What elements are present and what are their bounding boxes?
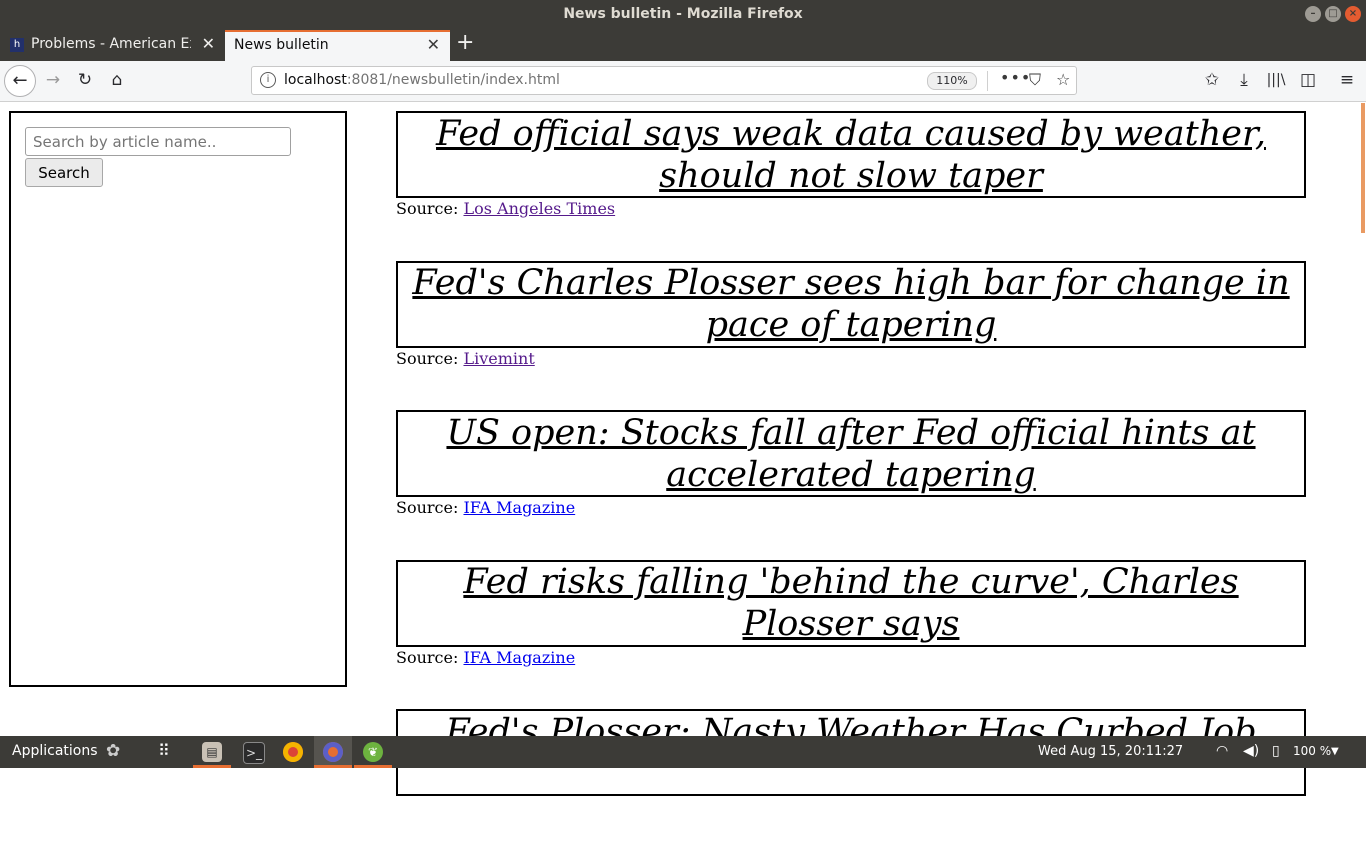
source-link[interactable]: IFA Magazine xyxy=(463,648,575,667)
article-source: Source: Los Angeles Times xyxy=(396,199,1306,218)
app-grid-icon[interactable]: ⠿ xyxy=(158,741,170,760)
menu-icon[interactable]: ≡ xyxy=(1337,69,1357,91)
bookmark-star-icon[interactable]: ☆ xyxy=(1056,70,1070,89)
files-app[interactable]: ▤ xyxy=(193,736,231,768)
tab-label: News bulletin xyxy=(234,37,329,53)
gnome-foot-icon: ✿ xyxy=(106,741,121,761)
close-tab-icon[interactable]: ✕ xyxy=(427,35,440,54)
article-source: Source: IFA Magazine xyxy=(396,498,1306,517)
article-source: Source: Livemint xyxy=(396,349,1306,368)
source-label: Source: xyxy=(396,348,459,368)
source-label: Source: xyxy=(396,647,459,667)
source-link[interactable]: IFA Magazine xyxy=(463,498,575,517)
applications-menu[interactable]: Applications xyxy=(12,743,98,759)
site-info-icon[interactable]: i xyxy=(260,72,276,88)
home-icon[interactable]: ⌂ xyxy=(107,69,127,91)
downloads-icon[interactable]: ⤓ xyxy=(1234,69,1254,91)
url-host: localhost xyxy=(284,72,347,88)
search-button[interactable]: Search xyxy=(25,158,103,187)
page-scrollbar[interactable] xyxy=(1361,103,1365,233)
spring-leaf-icon: ❦ xyxy=(363,742,383,762)
new-tab-icon[interactable]: + xyxy=(456,32,474,54)
headline-box: Fed risks falling 'behind the curve', Ch… xyxy=(396,559,1306,647)
terminal-icon: >_ xyxy=(243,742,265,764)
article-source: Source: IFA Magazine xyxy=(396,648,1306,667)
volume-icon[interactable]: ◀) xyxy=(1243,743,1259,759)
back-icon[interactable]: ← xyxy=(4,65,36,97)
source-link[interactable]: Los Angeles Times xyxy=(463,199,615,218)
bookmarks-star-icon[interactable]: ✩ xyxy=(1202,69,1222,91)
spring-tool-app[interactable]: ❦ xyxy=(354,736,392,768)
tab-label: Problems - American Exp xyxy=(31,36,191,52)
article-item: Fed official says weak data caused by we… xyxy=(396,111,1306,261)
library-icon[interactable]: |||\ xyxy=(1265,69,1287,91)
sidebar-toggle-icon[interactable]: ◫ xyxy=(1298,69,1318,91)
headline-box: Fed official says weak data caused by we… xyxy=(396,111,1306,198)
forward-icon[interactable]: → xyxy=(43,69,63,91)
url-text[interactable]: localhost:8081/newsbulletin/index.html xyxy=(284,72,560,88)
tab-bar: h Problems - American Exp ✕ News bulleti… xyxy=(0,28,1366,61)
tab-news-bulletin[interactable]: News bulletin ✕ xyxy=(225,30,450,61)
hackerrank-favicon-icon: h xyxy=(10,38,24,52)
article-item: Fed risks falling 'behind the curve', Ch… xyxy=(396,559,1306,710)
pocket-icon[interactable]: ⛉ xyxy=(1029,70,1041,90)
minimize-icon[interactable]: – xyxy=(1305,6,1321,22)
headline-link[interactable]: Fed official says weak data caused by we… xyxy=(398,113,1304,197)
close-tab-icon[interactable]: ✕ xyxy=(202,34,215,53)
clock[interactable]: Wed Aug 15, 20:11:27 xyxy=(1038,744,1183,759)
firefox-icon xyxy=(323,742,343,762)
chrome-app[interactable] xyxy=(274,736,312,768)
headline-link[interactable]: US open: Stocks fall after Fed official … xyxy=(398,412,1304,496)
url-bar-divider xyxy=(987,71,988,91)
article-item: Fed's Charles Plosser sees high bar for … xyxy=(396,260,1306,411)
source-label: Source: xyxy=(396,498,459,517)
headline-link[interactable]: Fed risks falling 'behind the curve', Ch… xyxy=(398,561,1304,645)
wifi-icon[interactable]: ◠ xyxy=(1216,743,1228,759)
navigation-toolbar: ← → ↻ ⌂ i localhost:8081/newsbulletin/in… xyxy=(0,61,1366,102)
reload-icon[interactable]: ↻ xyxy=(75,69,95,91)
battery-level: 100 % xyxy=(1293,744,1332,758)
tab-problems[interactable]: h Problems - American Exp ✕ xyxy=(0,30,225,61)
search-panel: Search xyxy=(9,111,347,687)
system-taskbar: Applications ✿ ⠿ ▤ >_ ❦ Wed Aug 15, 20:1… xyxy=(0,736,1366,768)
zoom-level-badge[interactable]: 110% xyxy=(927,72,977,90)
url-bar[interactable]: i localhost:8081/newsbulletin/index.html… xyxy=(251,66,1077,95)
headline-box: Fed's Charles Plosser sees high bar for … xyxy=(396,260,1306,348)
close-window-icon[interactable]: × xyxy=(1345,6,1361,22)
headline-link[interactable]: Fed's Charles Plosser sees high bar for … xyxy=(398,262,1304,346)
firefox-app[interactable] xyxy=(314,736,352,768)
chrome-icon xyxy=(283,742,303,762)
battery-icon[interactable]: ▯ xyxy=(1272,743,1280,759)
url-path: :8081/newsbulletin/index.html xyxy=(346,72,560,88)
source-label: Source: xyxy=(396,199,459,218)
window-titlebar: News bulletin - Mozilla Firefox – □ × xyxy=(0,0,1366,28)
system-menu-chevron-down-icon[interactable]: ▼ xyxy=(1331,746,1339,757)
window-title: News bulletin - Mozilla Firefox xyxy=(563,6,803,22)
page-actions-icon[interactable]: ••• xyxy=(1000,68,1031,87)
file-manager-icon: ▤ xyxy=(202,742,222,762)
article-item: US open: Stocks fall after Fed official … xyxy=(396,410,1306,560)
article-item: Fed's Plosser: Nasty Weather Has Curbed … xyxy=(396,709,1306,859)
headline-box: US open: Stocks fall after Fed official … xyxy=(396,410,1306,497)
maximize-icon[interactable]: □ xyxy=(1325,6,1341,22)
terminal-app[interactable]: >_ xyxy=(234,736,272,768)
search-input[interactable] xyxy=(25,127,291,156)
source-link[interactable]: Livemint xyxy=(463,349,534,368)
